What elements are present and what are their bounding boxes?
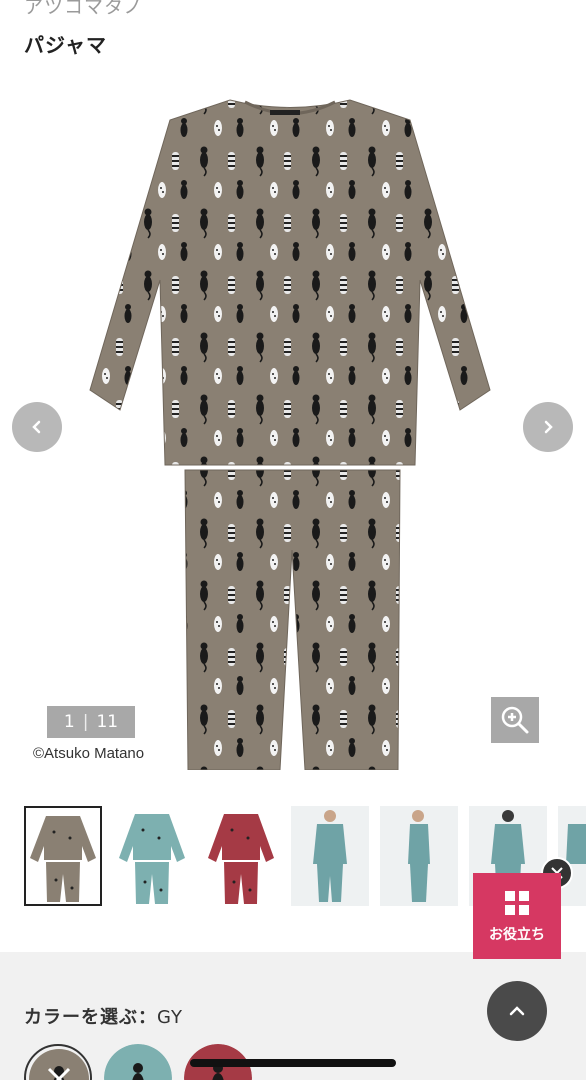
- product-gallery[interactable]: 1 | 11 ©Atsuko Matano: [0, 70, 586, 790]
- product-title: パジャマ: [24, 33, 107, 57]
- next-image-button[interactable]: [523, 402, 573, 452]
- swatch-gray[interactable]: [24, 1044, 92, 1080]
- scroll-top-button[interactable]: [487, 981, 547, 1041]
- image-counter: 1 | 11: [47, 706, 135, 738]
- home-indicator[interactable]: [190, 1059, 396, 1067]
- thumbnail-model-extra[interactable]: [558, 806, 586, 906]
- thumbnail-image: [408, 810, 430, 902]
- counter-separator: |: [82, 712, 89, 732]
- chevron-up-icon: [509, 1006, 525, 1016]
- copyright-text: ©Atsuko Matano: [33, 745, 145, 762]
- thumbnail-turquoise[interactable]: [113, 806, 191, 906]
- thumbnail-image: [208, 814, 274, 904]
- current-index: 1: [63, 712, 75, 732]
- thumbnail-red[interactable]: [202, 806, 280, 906]
- thumbnail-model-side[interactable]: [380, 806, 458, 906]
- thumbnail-image: [119, 814, 185, 904]
- thumbnail-image: [566, 824, 586, 864]
- thumbnail-image: [30, 816, 96, 902]
- brand-name[interactable]: アツコマタノ: [24, 0, 143, 19]
- grid-icon: [505, 891, 529, 915]
- color-select-label: カラーを選ぶ：GY: [24, 1003, 183, 1029]
- helper-button[interactable]: お役立ち: [473, 873, 561, 959]
- zoom-button[interactable]: [491, 697, 539, 743]
- selected-color-code: GY: [157, 1007, 184, 1028]
- zoom-in-icon: [501, 706, 529, 734]
- color-label-text: カラーを選ぶ：: [24, 1007, 157, 1028]
- product-image: [89, 99, 491, 770]
- prev-image-button[interactable]: [12, 402, 62, 452]
- thumbnail-model-front[interactable]: [291, 806, 369, 906]
- thumbnail-gray[interactable]: [24, 806, 102, 906]
- swatch-image: [104, 1044, 172, 1080]
- chevron-right-icon: [544, 420, 553, 434]
- thumbnail-image: [313, 810, 347, 902]
- helper-label: お役立ち: [489, 927, 545, 943]
- swatch-image: [29, 1049, 89, 1080]
- total-count: 11: [96, 712, 119, 732]
- swatch-turquoise[interactable]: [104, 1044, 172, 1080]
- chevron-left-icon: [32, 420, 41, 434]
